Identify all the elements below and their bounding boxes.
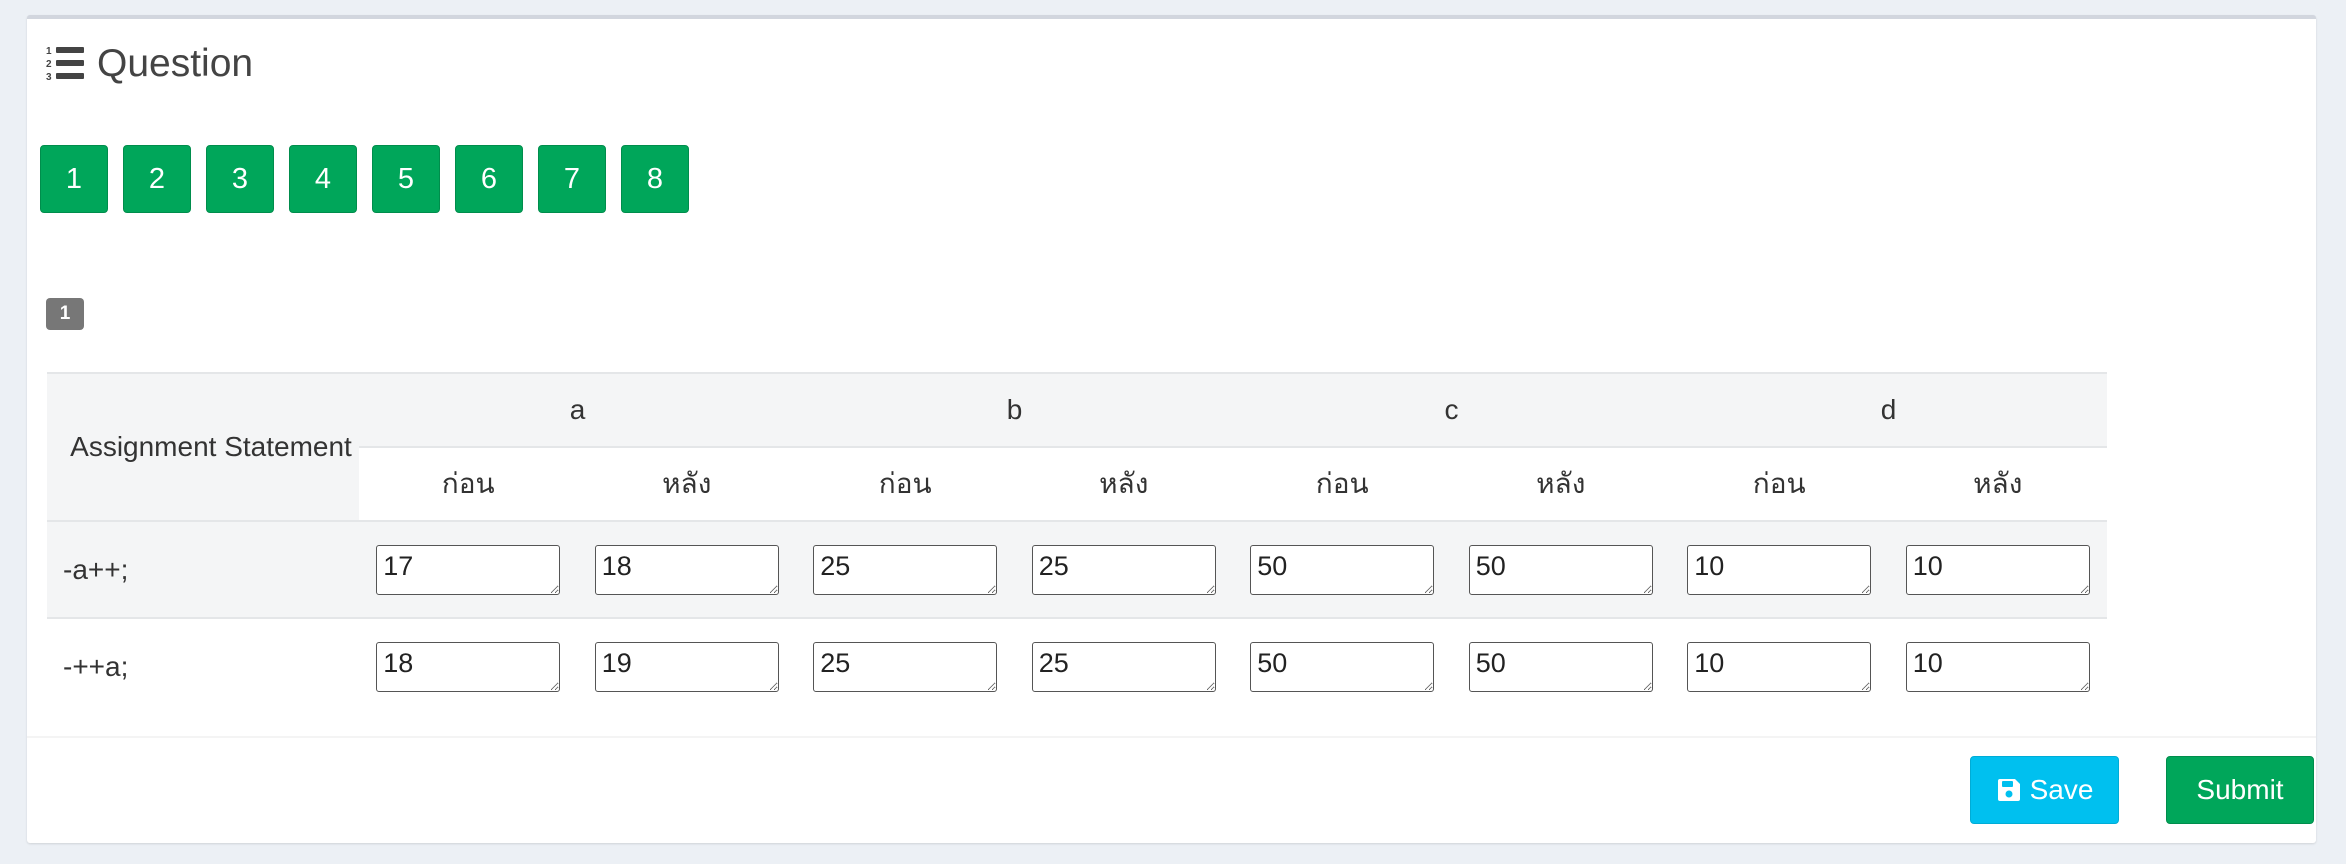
answer-field-a-after[interactable] bbox=[594, 544, 779, 595]
question-button-3[interactable]: 3 bbox=[206, 145, 274, 213]
list-ol-icon: 1 2 3 bbox=[46, 46, 84, 83]
statement-cell: -++a; bbox=[47, 617, 359, 714]
submit-button[interactable]: Submit bbox=[2166, 756, 2314, 824]
variable-header-c: c bbox=[1233, 372, 1670, 447]
after-header: หลัง bbox=[1888, 446, 2107, 521]
svg-text:1: 1 bbox=[46, 46, 52, 57]
question-button-6[interactable]: 6 bbox=[455, 145, 523, 213]
after-header: หลัง bbox=[1014, 446, 1233, 521]
answer-field-c-before[interactable] bbox=[1250, 641, 1435, 692]
svg-text:3: 3 bbox=[46, 72, 52, 83]
before-header: ก่อน bbox=[1670, 446, 1889, 521]
before-header: ก่อน bbox=[796, 446, 1015, 521]
after-header: หลัง bbox=[1451, 446, 1670, 521]
page-title: Question bbox=[97, 42, 254, 85]
svg-text:2: 2 bbox=[46, 59, 52, 70]
box-footer: Save Submit bbox=[27, 736, 2316, 845]
table-row: -a++; bbox=[47, 520, 2107, 618]
answer-field-d-before[interactable] bbox=[1687, 641, 1872, 692]
submit-button-label: Submit bbox=[2196, 774, 2284, 805]
before-header: ก่อน bbox=[1233, 446, 1452, 521]
answer-field-b-after[interactable] bbox=[1031, 544, 1216, 595]
save-button-label: Save bbox=[2029, 774, 2094, 805]
answer-field-a-before[interactable] bbox=[376, 544, 561, 595]
answer-field-b-before[interactable] bbox=[813, 641, 998, 692]
answer-field-c-after[interactable] bbox=[1468, 641, 1653, 692]
variable-header-a: a bbox=[359, 372, 796, 447]
answer-field-a-after[interactable] bbox=[594, 641, 779, 692]
answer-field-a-before[interactable] bbox=[376, 641, 561, 692]
box-header: 1 2 3 Question bbox=[45, 39, 253, 89]
question-number-badge: 1 bbox=[46, 298, 84, 330]
answer-field-d-after[interactable] bbox=[1905, 641, 2090, 692]
answer-field-c-after[interactable] bbox=[1468, 544, 1653, 595]
variable-header-d: d bbox=[1670, 372, 2107, 447]
answer-table: Assignment Statement a b c d ก่อน หลัง ก… bbox=[47, 372, 2107, 714]
question-button-7[interactable]: 7 bbox=[538, 145, 606, 213]
after-header: หลัง bbox=[577, 446, 796, 521]
answer-field-d-after[interactable] bbox=[1905, 544, 2090, 595]
statement-cell: -a++; bbox=[47, 520, 359, 618]
question-button-2[interactable]: 2 bbox=[123, 145, 191, 213]
question-nav: 1 2 3 4 5 6 7 8 bbox=[40, 145, 704, 213]
statement-column-header: Assignment Statement bbox=[47, 372, 359, 521]
floppy-disk-icon bbox=[1997, 779, 2020, 801]
variable-header-b: b bbox=[796, 372, 1233, 447]
answer-field-d-before[interactable] bbox=[1687, 544, 1872, 595]
table-row: -++a; bbox=[47, 617, 2107, 714]
question-button-5[interactable]: 5 bbox=[372, 145, 440, 213]
save-button[interactable]: Save bbox=[1970, 756, 2119, 824]
question-box: 1 2 3 Question 1 2 3 4 5 6 7 8 1 Assignm… bbox=[27, 15, 2316, 843]
table-header-row: Assignment Statement a b c d bbox=[47, 372, 2107, 521]
answer-field-c-before[interactable] bbox=[1250, 544, 1435, 595]
question-button-8[interactable]: 8 bbox=[621, 145, 689, 213]
answer-field-b-before[interactable] bbox=[813, 544, 998, 595]
question-button-1[interactable]: 1 bbox=[40, 145, 108, 213]
question-button-4[interactable]: 4 bbox=[289, 145, 357, 213]
answer-field-b-after[interactable] bbox=[1031, 641, 1216, 692]
before-header: ก่อน bbox=[359, 446, 578, 521]
